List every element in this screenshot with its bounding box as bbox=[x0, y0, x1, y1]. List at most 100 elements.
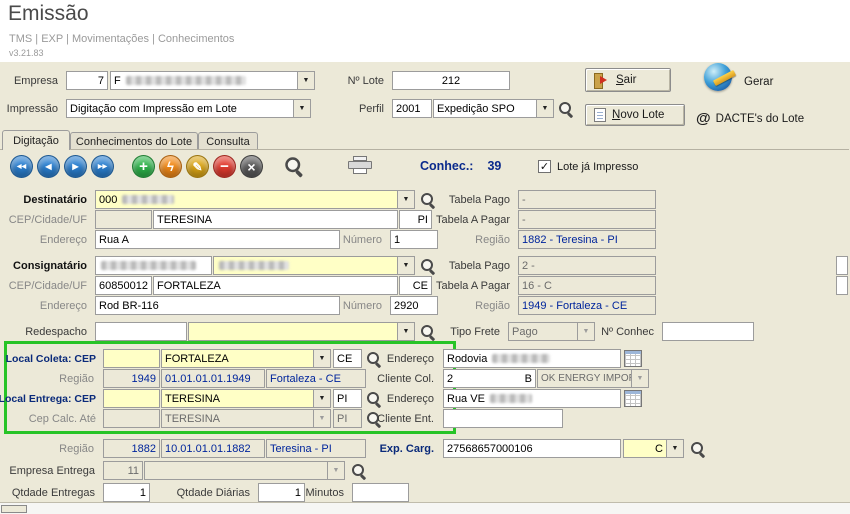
empresa-entrega-label: Empresa Entrega bbox=[2, 461, 99, 480]
dacte-link[interactable]: @ DACTE's do Lote bbox=[696, 110, 804, 127]
nav-last-icon[interactable]: ▶▶ bbox=[91, 155, 114, 178]
post-icon[interactable]: ϟ bbox=[159, 155, 182, 178]
novo-lote-button[interactable]: Novo Lote bbox=[585, 104, 685, 126]
consignatario-dropdown-button[interactable]: ▼ bbox=[397, 256, 415, 275]
empresa-label: Empresa bbox=[2, 71, 62, 90]
exit-icon bbox=[594, 73, 610, 87]
qtdade-diarias-label: Qtdade Diárias bbox=[168, 483, 254, 502]
tipo-frete-dropdown-button: ▼ bbox=[577, 322, 595, 341]
cliente-col-suffix: B bbox=[525, 373, 532, 385]
dest-endereco-field[interactable]: Rua A bbox=[95, 230, 340, 249]
cons-tabela-a-pagar-field: 16 - C bbox=[518, 276, 656, 295]
minutos-label: Minutos bbox=[300, 483, 348, 502]
add-icon[interactable]: + bbox=[132, 155, 155, 178]
empresa-entrega-search-icon[interactable] bbox=[351, 463, 367, 479]
nav-prior-icon[interactable]: ◀ bbox=[37, 155, 60, 178]
cancel-icon[interactable]: × bbox=[240, 155, 263, 178]
entrega-regiao-label: Região bbox=[8, 439, 98, 458]
redespacho-search-icon[interactable] bbox=[420, 324, 436, 340]
destinatario-dropdown-button[interactable]: ▼ bbox=[397, 190, 415, 209]
printer-icon[interactable] bbox=[348, 156, 372, 174]
redespacho-label: Redespacho bbox=[2, 322, 91, 341]
dest-cep-cidade-uf-label: CEP/Cidade/UF bbox=[2, 210, 91, 229]
perfil-code-field[interactable]: 2001 bbox=[392, 99, 432, 118]
tab-consulta[interactable]: Consulta bbox=[198, 132, 258, 150]
coleta-cidade-dropdown-button[interactable]: ▼ bbox=[313, 349, 331, 368]
gerar-button[interactable]: Gerar bbox=[744, 76, 773, 88]
n-conhec-field[interactable] bbox=[662, 322, 754, 341]
redespacho-code-field[interactable] bbox=[95, 322, 187, 341]
qtdade-diarias-field[interactable]: 1 bbox=[258, 483, 305, 502]
local-entrega-label: Local Entrega: CEP bbox=[8, 389, 100, 408]
perfil-search-icon[interactable] bbox=[558, 101, 574, 117]
tab-conhecimentos-do-lote[interactable]: Conhecimentos do Lote bbox=[70, 132, 198, 150]
tab-digitacao[interactable]: Digitação bbox=[2, 130, 70, 150]
redacted-text bbox=[490, 394, 532, 403]
new-document-icon bbox=[594, 108, 606, 122]
entrega-cidade-combo[interactable]: TERESINA bbox=[161, 389, 314, 408]
lote-impresso-checkbox[interactable] bbox=[538, 160, 551, 173]
redespacho-name-combo[interactable] bbox=[188, 322, 398, 341]
impressao-combo[interactable]: Digitação com Impressão em Lote bbox=[66, 99, 294, 118]
at-icon: @ bbox=[696, 110, 711, 127]
empresa-dropdown-button[interactable]: ▼ bbox=[297, 71, 315, 90]
cons-endereco-field[interactable]: Rod BR-116 bbox=[95, 296, 340, 315]
sair-button[interactable]: Sair bbox=[585, 68, 671, 92]
empresa-name-field[interactable]: F bbox=[110, 71, 298, 90]
dest-regiao-field: 1882 - Teresina - PI bbox=[518, 230, 656, 249]
edit-icon[interactable]: ✎ bbox=[186, 155, 209, 178]
entrega-endereco-field[interactable]: Rua VE bbox=[443, 389, 621, 408]
exp-carg-dropdown-button[interactable]: ▼ bbox=[666, 439, 684, 458]
coleta-endereco-field[interactable]: Rodovia bbox=[443, 349, 621, 368]
gerar-icon[interactable] bbox=[700, 62, 740, 94]
empresa-code-field[interactable]: 7 bbox=[66, 71, 108, 90]
dest-cidade-field[interactable]: TERESINA bbox=[153, 210, 398, 229]
nav-next-icon[interactable]: ▶ bbox=[64, 155, 87, 178]
empresa-entrega-combo bbox=[144, 461, 328, 480]
entrega-cidade-dropdown-button[interactable]: ▼ bbox=[313, 389, 331, 408]
qtdade-entregas-field[interactable]: 1 bbox=[103, 483, 150, 502]
impressao-dropdown-button[interactable]: ▼ bbox=[293, 99, 311, 118]
cons-tabela-pago-field: 2 - bbox=[518, 256, 656, 275]
consignatario-code-field[interactable] bbox=[95, 256, 212, 275]
redacted-text bbox=[122, 195, 174, 204]
entrega-uf-field[interactable]: PI bbox=[333, 389, 362, 408]
nav-first-icon[interactable]: ◀◀ bbox=[10, 155, 33, 178]
cons-tabela-pago-label: Tabela Pago bbox=[428, 256, 514, 275]
bottom-scrollbar[interactable] bbox=[0, 503, 850, 514]
impressao-label: Impressão bbox=[2, 99, 62, 118]
exp-carg-combo[interactable]: C bbox=[623, 439, 667, 458]
tipo-frete-label: Tipo Frete bbox=[446, 322, 504, 341]
cons-cep-field[interactable]: 60850012 bbox=[95, 276, 152, 295]
exp-carg-search-icon[interactable] bbox=[690, 441, 706, 457]
perfil-name-combo[interactable]: Expedição SPO bbox=[433, 99, 537, 118]
destinatario-combo[interactable]: 000 bbox=[95, 190, 398, 209]
minutos-field[interactable] bbox=[352, 483, 409, 502]
dest-cep-field bbox=[95, 210, 152, 229]
lote-field[interactable]: 212 bbox=[392, 71, 510, 90]
coleta-address-grid-icon[interactable] bbox=[624, 350, 642, 367]
cliente-ent-field[interactable] bbox=[443, 409, 563, 428]
delete-icon[interactable]: − bbox=[213, 155, 236, 178]
search-icon[interactable] bbox=[284, 156, 304, 176]
cliente-col-field[interactable]: 2 B bbox=[443, 369, 536, 388]
tabela-a-pagar-label: Tabela A Pagar bbox=[428, 210, 514, 229]
sair-button-label: Sair bbox=[616, 74, 636, 86]
bottom-scrollbar-thumb[interactable] bbox=[1, 505, 27, 513]
coleta-endereco-label: Endereço bbox=[368, 349, 438, 368]
coleta-cidade-combo[interactable]: FORTALEZA bbox=[161, 349, 314, 368]
dest-endereco-label: Endereço bbox=[2, 230, 91, 249]
entrega-cep-field[interactable] bbox=[103, 389, 160, 408]
coleta-cep-field[interactable] bbox=[103, 349, 160, 368]
tabela-a-pagar-field: - bbox=[518, 210, 656, 229]
redacted-text bbox=[219, 261, 289, 270]
redespacho-dropdown-button[interactable]: ▼ bbox=[397, 322, 415, 341]
coleta-uf-field[interactable]: CE bbox=[333, 349, 362, 368]
exp-carg-field[interactable]: 27568657000106 bbox=[443, 439, 621, 458]
consignatario-name-combo[interactable] bbox=[213, 256, 398, 275]
cons-regiao-label: Região bbox=[428, 296, 514, 315]
entrega-address-grid-icon[interactable] bbox=[624, 390, 642, 407]
version-label: v3.21.83 bbox=[9, 48, 44, 58]
cons-cidade-field[interactable]: FORTALEZA bbox=[153, 276, 398, 295]
perfil-dropdown-button[interactable]: ▼ bbox=[536, 99, 554, 118]
